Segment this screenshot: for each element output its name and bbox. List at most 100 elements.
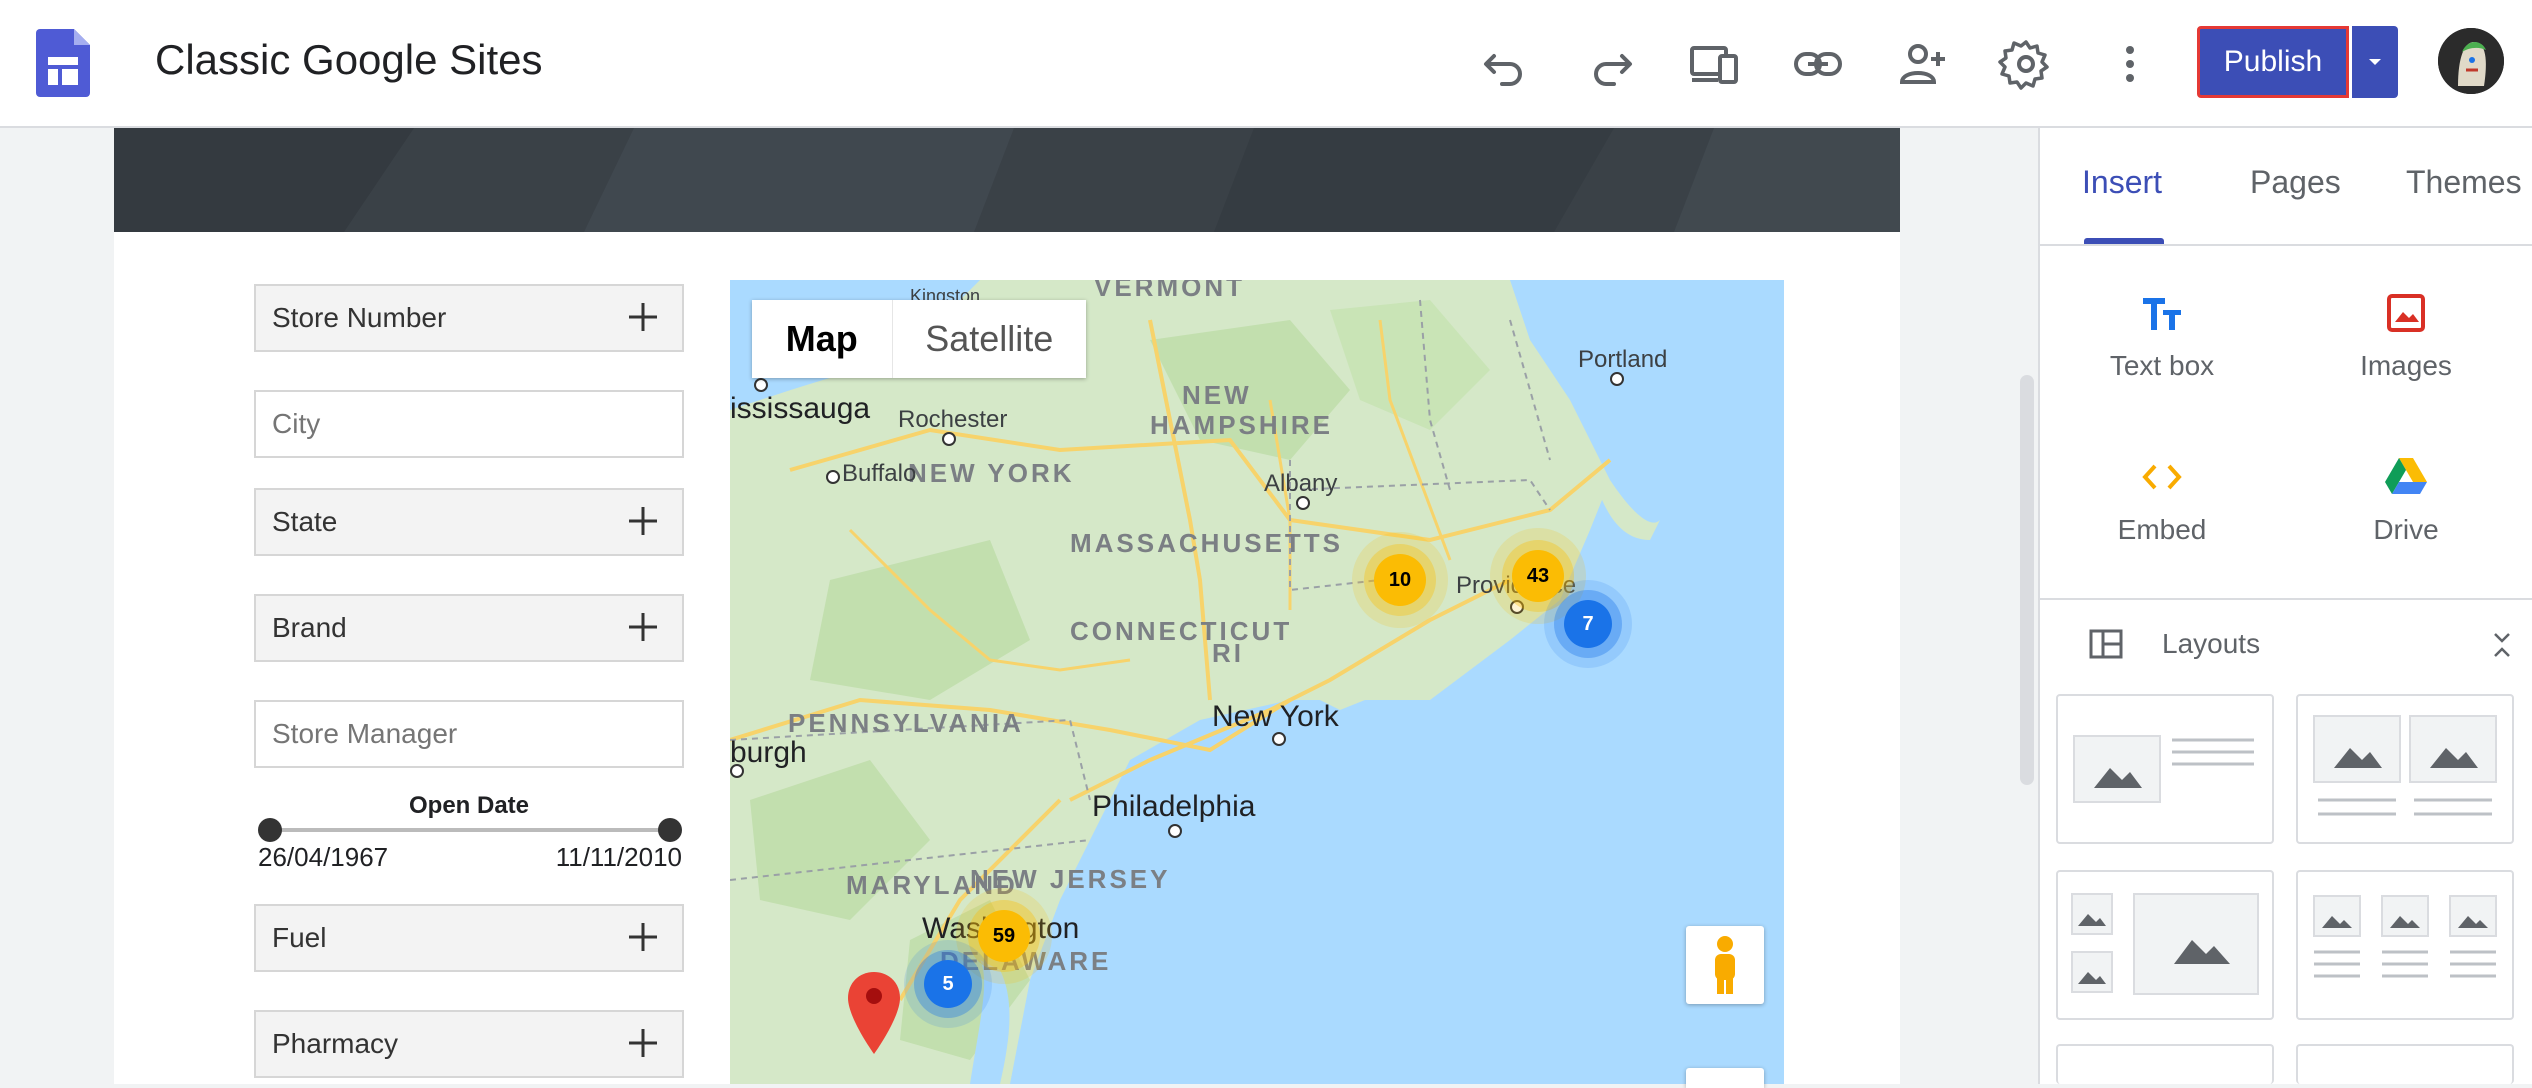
map-label-mississauga: ississauga: [730, 392, 871, 425]
embed-code-icon: [2142, 464, 2182, 490]
map-label-new-york-city: New York: [1212, 700, 1339, 733]
caret-down-icon: [2369, 59, 2381, 65]
add-person-icon[interactable]: [1892, 34, 1952, 94]
map-city-dot: [1296, 496, 1310, 510]
layout-option[interactable]: [2056, 694, 2274, 844]
map-city-dot: [754, 378, 768, 392]
tab-insert[interactable]: Insert: [2082, 164, 2162, 201]
open-date-label: Open Date: [408, 792, 530, 819]
map-type-map-button[interactable]: Map: [752, 300, 892, 378]
map-city-dot: [1610, 372, 1624, 386]
map-label-new-hampshire-2: HAMPSHIRE: [1150, 410, 1334, 440]
pharmacy-filter[interactable]: Pharmacy: [254, 1010, 684, 1078]
city-input[interactable]: City: [254, 390, 684, 458]
state-filter[interactable]: State: [254, 488, 684, 556]
devices-icon[interactable]: [1684, 34, 1744, 94]
map-label-pennsylvania: PENNSYLVANIA: [788, 708, 1024, 738]
map-cluster-marker[interactable]: 7: [1564, 600, 1612, 648]
text-box-label: Text box: [2109, 350, 2215, 381]
open-date-min-handle[interactable]: [258, 818, 282, 842]
brand-label: Brand: [272, 612, 347, 643]
link-icon[interactable]: [1788, 34, 1848, 94]
store-map[interactable]: VERMONT NEW HAMPSHIRE NEW YORK MASSACHUS…: [730, 280, 1784, 1084]
map-type-satellite-button[interactable]: Satellite: [891, 300, 1086, 378]
tab-pages[interactable]: Pages: [2250, 164, 2341, 201]
map-label-philadelphia: Philadelphia: [1092, 790, 1256, 823]
plus-icon: [629, 613, 657, 641]
insert-text-box[interactable]: Text box: [2042, 290, 2282, 382]
text-box-icon: [2143, 298, 2181, 330]
state-label: State: [272, 506, 338, 537]
tab-themes[interactable]: Themes: [2406, 164, 2522, 201]
street-view-pegman-icon[interactable]: [1686, 926, 1764, 1004]
map-zoom-control[interactable]: [1686, 1068, 1764, 1088]
layout-option[interactable]: [2296, 870, 2514, 1020]
brand-filter[interactable]: Brand: [254, 594, 684, 662]
open-date-slider-track[interactable]: [270, 828, 670, 832]
map-label-ri: RI: [1212, 638, 1244, 668]
store-number-filter[interactable]: Store Number: [254, 284, 684, 352]
map-pin-icon[interactable]: [848, 972, 900, 1054]
tab-divider: [2040, 244, 2532, 246]
map-cluster-marker[interactable]: 10: [1374, 554, 1426, 606]
layouts-heading: Layouts: [2162, 628, 2261, 659]
collapse-icon[interactable]: [2490, 630, 2514, 660]
map-cluster-marker[interactable]: 59: [978, 910, 1030, 962]
drive-icon: [2385, 458, 2427, 494]
map-cluster-marker[interactable]: 5: [924, 960, 972, 1008]
layouts-icon: [2089, 629, 2123, 659]
map-label-connecticut: CONNECTICUT: [1070, 616, 1293, 646]
map-label-new-york-state: NEW YORK: [908, 458, 1075, 488]
store-number-label: Store Number: [272, 302, 447, 333]
layout-option[interactable]: [2056, 870, 2274, 1020]
image-icon: [2387, 294, 2425, 332]
fuel-label: Fuel: [272, 922, 327, 953]
plus-icon: [629, 923, 657, 951]
layout-option[interactable]: [2296, 694, 2514, 844]
open-date-max-value: 11/11/2010: [555, 842, 682, 872]
map-type-control: Map Satellite: [752, 300, 1086, 378]
insert-images[interactable]: Images: [2286, 290, 2526, 382]
open-date-min-value: 26/04/1967: [258, 842, 389, 872]
map-label-massachusetts: MASSACHUSETTS: [1070, 528, 1344, 558]
drive-label: Drive: [2373, 514, 2439, 545]
embed-label: Embed: [2117, 514, 2207, 545]
page-scrollbar[interactable]: [2020, 375, 2034, 785]
map-label-albany: Albany: [1264, 470, 1338, 497]
publish-button[interactable]: Publish: [2197, 26, 2349, 98]
avatar[interactable]: [2438, 28, 2504, 94]
insert-drive[interactable]: Drive: [2286, 454, 2526, 546]
map-label-portland: Portland: [1578, 346, 1668, 373]
map-city-dot: [1510, 600, 1524, 614]
map-label-new-hampshire-1: NEW: [1182, 380, 1252, 410]
more-vert-icon[interactable]: [2100, 34, 2160, 94]
map-city-dot: [826, 470, 840, 484]
layout-option[interactable]: [2296, 1044, 2514, 1084]
map-cluster-marker[interactable]: 43: [1512, 550, 1564, 602]
map-city-dot: [730, 764, 744, 778]
panel-divider: [2040, 598, 2532, 600]
open-date-max-handle[interactable]: [658, 818, 682, 842]
map-label-vermont: VERMONT: [1094, 280, 1245, 302]
insert-embed[interactable]: Embed: [2042, 454, 2282, 546]
header-banner[interactable]: [114, 128, 1900, 232]
layout-option[interactable]: [2056, 1044, 2274, 1084]
plus-icon: [629, 1029, 657, 1057]
pharmacy-label: Pharmacy: [272, 1028, 399, 1059]
gear-icon[interactable]: [1996, 34, 2056, 94]
plus-icon: [629, 303, 657, 331]
undo-icon[interactable]: [1476, 34, 1536, 94]
fuel-filter[interactable]: Fuel: [254, 904, 684, 972]
store-manager-placeholder: Store Manager: [272, 718, 458, 749]
site-title[interactable]: Classic Google Sites: [155, 36, 543, 84]
google-sites-logo-icon[interactable]: [36, 29, 90, 97]
store-manager-input[interactable]: Store Manager: [254, 700, 684, 768]
city-placeholder: City: [272, 408, 321, 439]
map-city-dot: [1168, 824, 1182, 838]
map-label-buffalo: Buffalo: [842, 460, 917, 487]
publish-options-button[interactable]: [2352, 26, 2398, 98]
plus-icon: [629, 507, 657, 535]
map-label-new-jersey: NEW JERSEY: [970, 864, 1171, 894]
map-city-dot: [1272, 732, 1286, 746]
redo-icon[interactable]: [1580, 34, 1640, 94]
